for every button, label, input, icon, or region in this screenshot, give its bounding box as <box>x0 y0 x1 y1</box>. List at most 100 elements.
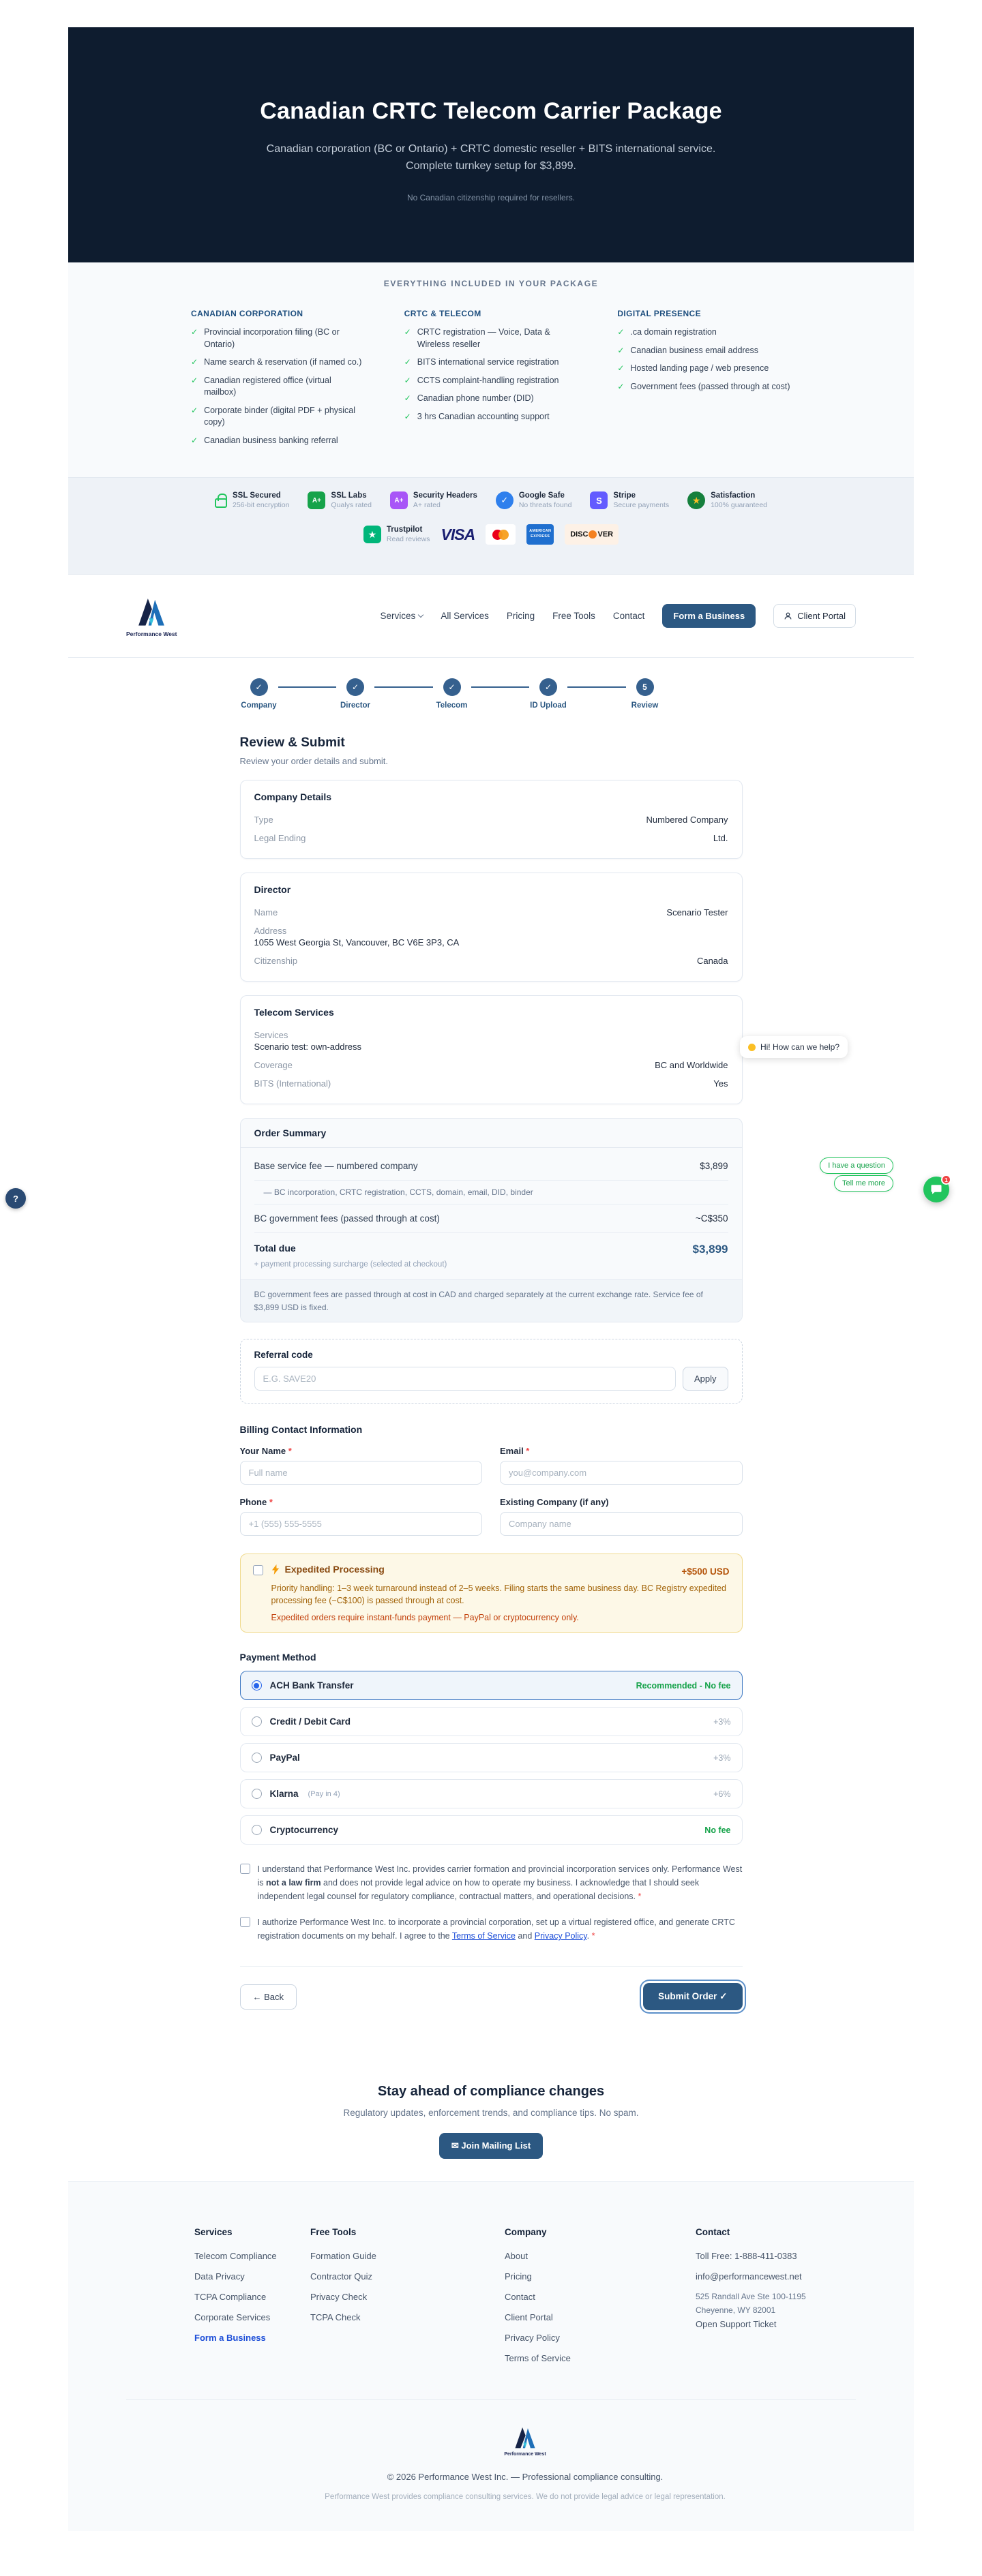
order-summary-footnote: BC government fees are passed through at… <box>241 1279 742 1322</box>
chat-greeting-bubble[interactable]: Hi! How can we help? <box>740 1036 848 1058</box>
step-connector <box>471 686 530 688</box>
privacy-policy-link[interactable]: Privacy Policy <box>535 1931 587 1941</box>
chat-bubble-icon <box>930 1183 942 1196</box>
radio-icon[interactable] <box>252 1789 262 1799</box>
logo-icon <box>134 595 169 628</box>
back-button[interactable]: ← Back <box>240 1984 297 2010</box>
check-icon <box>191 435 198 447</box>
page-title: Review & Submit <box>240 736 743 751</box>
billing-input[interactable] <box>500 1461 743 1485</box>
step-director[interactable]: ✓Director <box>336 678 374 710</box>
footer-link[interactable]: Cheyenne, WY 82001 <box>696 2305 856 2315</box>
nav-link[interactable]: Pricing <box>507 611 535 621</box>
telecom-services-card: Telecom Services Services Scenario test:… <box>240 995 743 1104</box>
radio-icon[interactable] <box>252 1753 262 1763</box>
user-icon <box>784 611 792 620</box>
footer-link[interactable]: Open Support Ticket <box>696 2319 856 2329</box>
footer-link[interactable]: Pricing <box>505 2271 696 2282</box>
card-title: Company Details <box>254 791 728 802</box>
badge-ssl-labs: A+ SSL LabsQualys rated <box>308 491 372 509</box>
agreement-2-checkbox[interactable] <box>240 1917 250 1927</box>
expedited-checkbox[interactable] <box>253 1565 263 1575</box>
payment-option[interactable]: PayPal +3% <box>240 1743 743 1772</box>
lock-icon <box>215 498 227 508</box>
footer-link[interactable]: Privacy Check <box>310 2292 505 2302</box>
footer-link[interactable]: About <box>505 2251 696 2261</box>
payment-option[interactable]: Cryptocurrency No fee <box>240 1815 743 1845</box>
referral-code-input[interactable] <box>254 1367 676 1391</box>
step-label: Review <box>631 701 659 710</box>
brand-logo[interactable]: Performance West <box>126 595 177 637</box>
footer-link[interactable]: Form a Business <box>194 2333 310 2343</box>
shield-check-icon: ✓ <box>496 491 514 509</box>
chat-quick-reply-question[interactable]: I have a question <box>820 1157 893 1174</box>
apply-button[interactable]: Apply <box>683 1367 728 1391</box>
help-button[interactable]: ? <box>5 1188 26 1209</box>
agreement-1-checkbox[interactable] <box>240 1864 250 1874</box>
payment-option[interactable]: ACH Bank Transfer Recommended - No fee <box>240 1671 743 1700</box>
billing-input[interactable] <box>240 1512 483 1536</box>
footer-link[interactable]: Contact <box>505 2292 696 2302</box>
billing-field: Your Name * <box>240 1446 483 1485</box>
step-id-upload[interactable]: ✓ID Upload <box>529 678 567 710</box>
submit-order-button[interactable]: Submit Order ✓ <box>643 1983 742 2010</box>
step-label: Director <box>340 701 370 710</box>
footer-link[interactable]: Contractor Quiz <box>310 2271 505 2282</box>
feature-item: Government fees (passed through at cost) <box>617 381 791 393</box>
footer-link[interactable]: TCPA Compliance <box>194 2292 310 2302</box>
badge-trustpilot[interactable]: ★ TrustpilotRead reviews <box>363 526 430 543</box>
feature-list: Provincial incorporation filing (BC or O… <box>191 327 365 446</box>
site-header: Performance West Services All Services Pri… <box>68 575 914 658</box>
footer-link[interactable]: 525 Randall Ave Ste 100-1195 <box>696 2292 856 2301</box>
nav-link[interactable]: Services <box>381 611 423 621</box>
chat-launcher-button[interactable]: 1 <box>923 1177 949 1202</box>
footer-logo: Performance West <box>504 2425 546 2457</box>
feature-item: .ca domain registration <box>617 327 791 339</box>
step-connector <box>278 686 337 688</box>
nav-link[interactable]: Free Tools <box>552 611 595 621</box>
director-address: 1055 West Georgia St, Vancouver, BC V6E … <box>254 936 728 952</box>
nav-link[interactable]: All Services <box>441 611 489 621</box>
footer-link[interactable]: Client Portal <box>505 2312 696 2322</box>
radio-icon[interactable] <box>252 1680 262 1691</box>
included-heading: EVERYTHING INCLUDED IN YOUR PACKAGE <box>68 279 914 288</box>
radio-icon[interactable] <box>252 1716 262 1727</box>
payment-option[interactable]: Credit / Debit Card +3% <box>240 1707 743 1736</box>
terms-of-service-link[interactable]: Terms of Service <box>452 1931 516 1941</box>
billing-input[interactable] <box>240 1461 483 1485</box>
chat-quick-reply-more[interactable]: Tell me more <box>834 1175 893 1192</box>
footer-link[interactable]: Data Privacy <box>194 2271 310 2282</box>
step-circle: 5 <box>636 678 654 696</box>
step-company[interactable]: ✓Company <box>240 678 278 710</box>
site-footer: Services Telecom ComplianceData PrivacyT… <box>68 2181 914 2531</box>
client-portal-button[interactable]: Client Portal <box>773 604 856 628</box>
footer-link[interactable]: Privacy Policy <box>505 2333 696 2343</box>
company-details-card: Company Details TypeNumbered Company Leg… <box>240 780 743 859</box>
footer-link[interactable]: Telecom Compliance <box>194 2251 310 2261</box>
step-review[interactable]: 5 Review <box>626 678 664 710</box>
footer-link[interactable]: info@performancewest.net <box>696 2271 856 2282</box>
footer-link[interactable]: Formation Guide <box>310 2251 505 2261</box>
feature-item: Hosted landing page / web presence <box>617 363 791 375</box>
join-mailing-list-button[interactable]: ✉ Join Mailing List <box>439 2133 543 2159</box>
check-icon <box>191 357 198 369</box>
payment-method-title: Payment Method <box>240 1652 743 1663</box>
billing-input[interactable] <box>500 1512 743 1536</box>
feature-item: Name search & reservation (if named co.) <box>191 357 365 369</box>
footer-link[interactable]: Terms of Service <box>505 2353 696 2363</box>
expedited-note: Expedited orders require instant-funds p… <box>271 1613 730 1622</box>
payment-option[interactable]: Klarna (Pay in 4) +6% <box>240 1779 743 1808</box>
step-circle: ✓ <box>539 678 557 696</box>
check-icon <box>404 375 411 387</box>
order-summary-title: Order Summary <box>241 1119 742 1148</box>
radio-icon[interactable] <box>252 1825 262 1835</box>
step-telecom[interactable]: ✓Telecom <box>433 678 471 710</box>
main-nav: Services All Services Pricing Free Tools Con… <box>381 604 856 628</box>
form-a-business-button[interactable]: Form a Business <box>662 604 756 628</box>
check-icon <box>191 327 198 350</box>
footer-link[interactable]: Toll Free: 1-888-411-0383 <box>696 2251 856 2261</box>
footer-link[interactable]: Corporate Services <box>194 2312 310 2322</box>
footer-link[interactable]: TCPA Check <box>310 2312 505 2322</box>
base-fee-row: Base service fee — numbered company$3,89… <box>254 1152 728 1181</box>
nav-link[interactable]: Contact <box>613 611 645 621</box>
